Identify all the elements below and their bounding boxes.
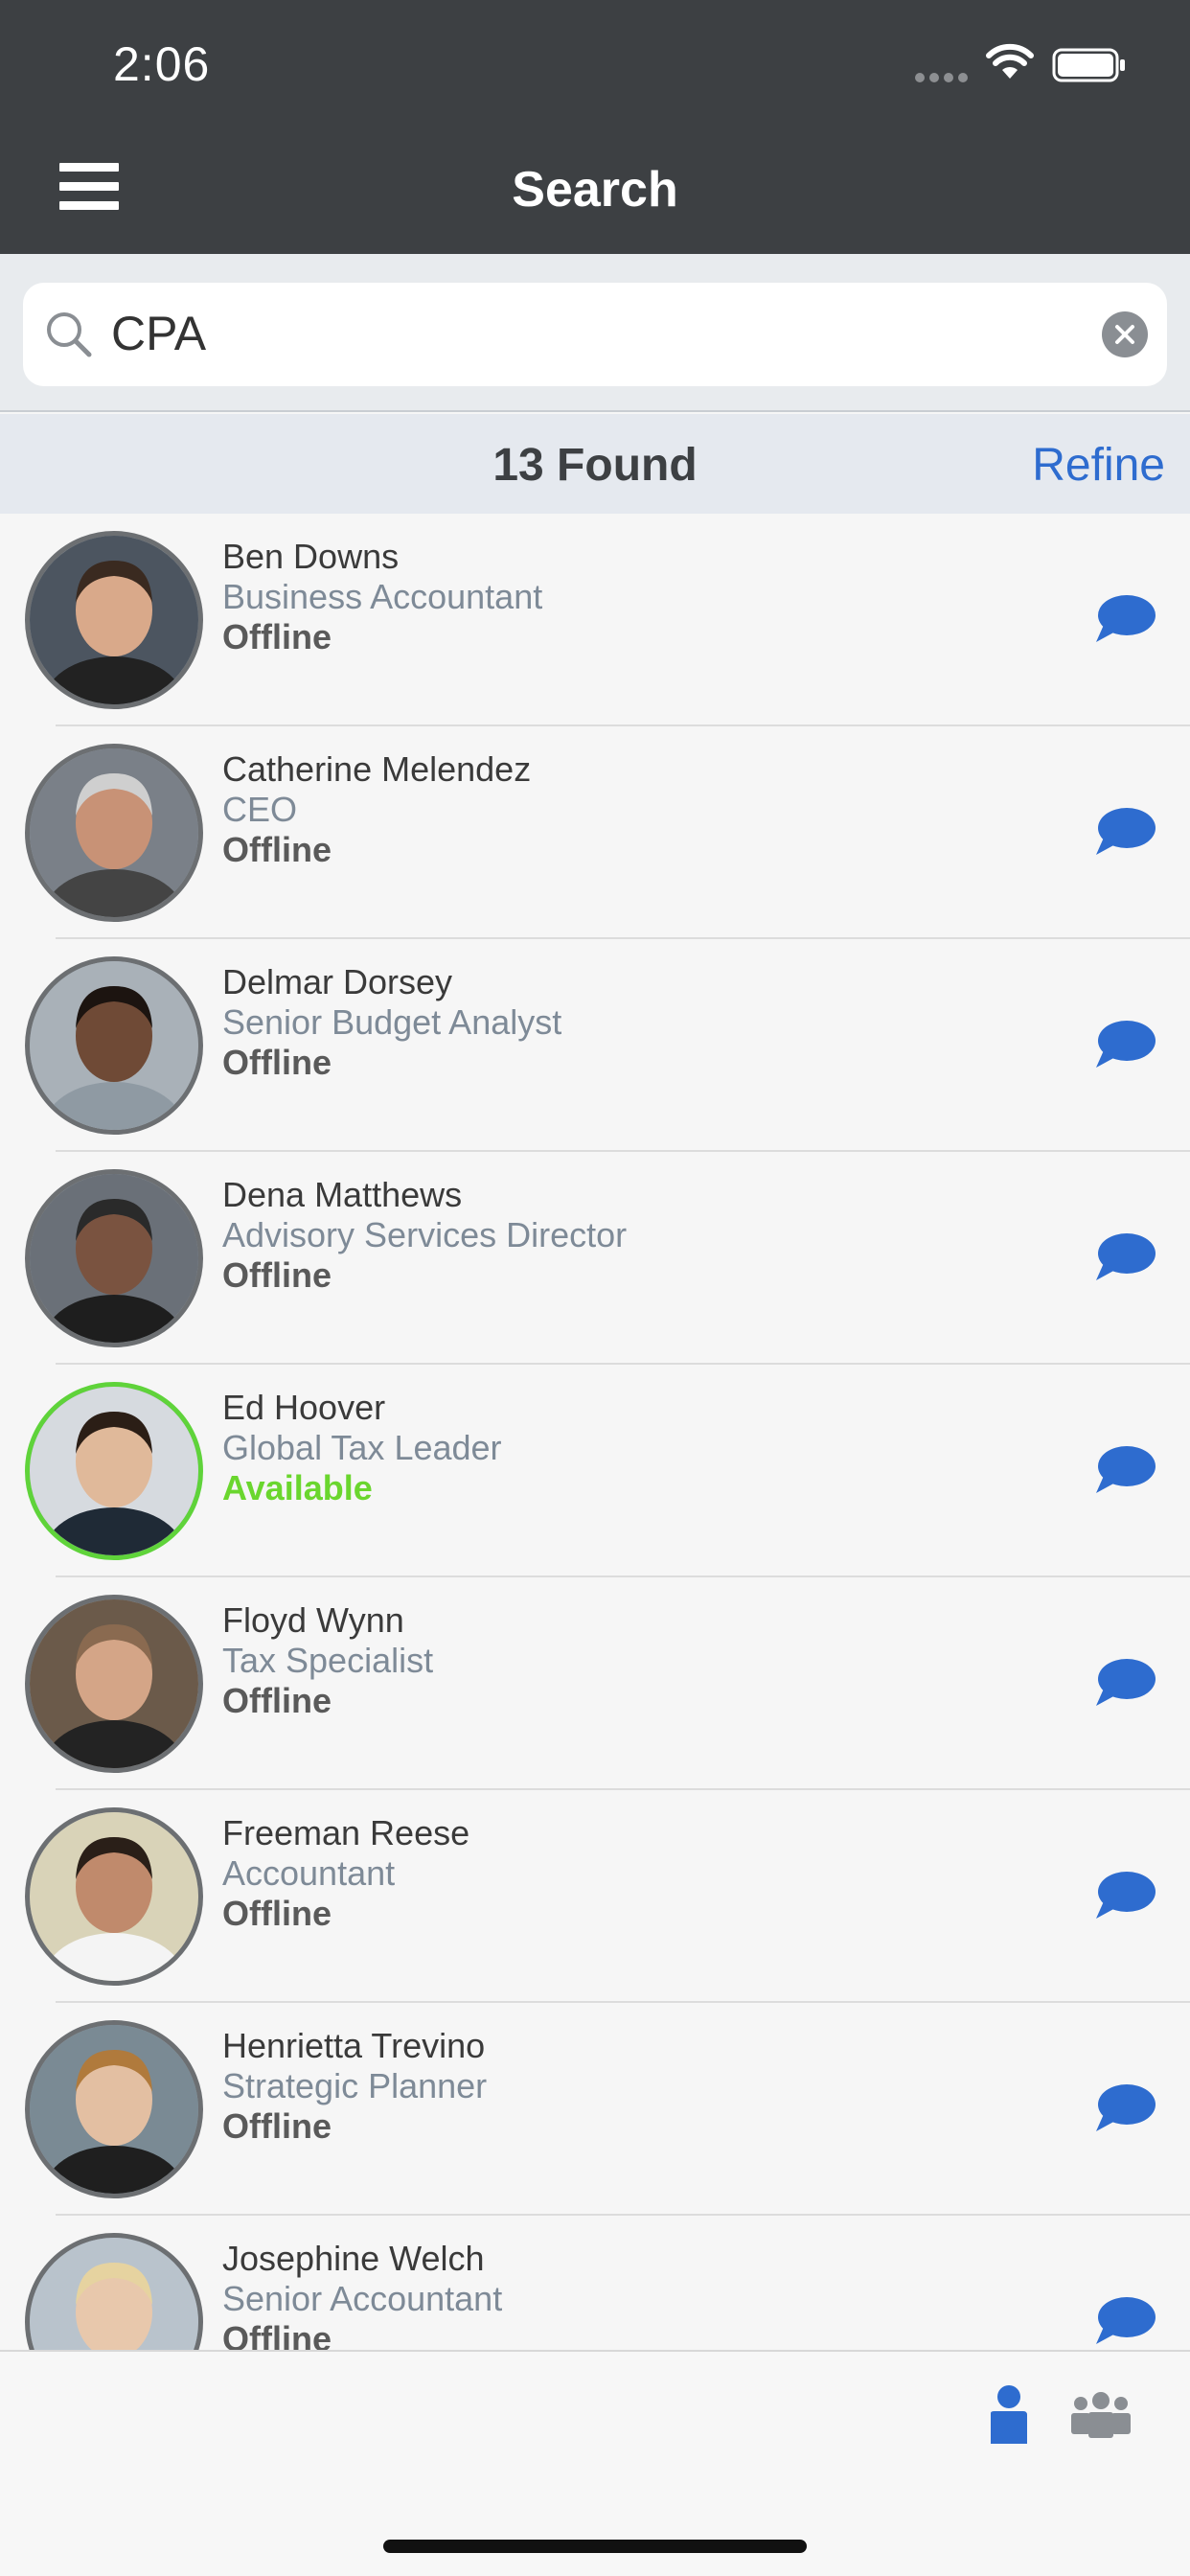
list-item[interactable]: Floyd Wynn Tax Specialist Offline	[0, 1577, 1190, 1790]
person-title: Business Accountant	[222, 577, 543, 616]
list-item[interactable]: Ben Downs Business Accountant Offline	[0, 514, 1190, 726]
person-name: Floyd Wynn	[222, 1600, 404, 1640]
avatar	[25, 744, 203, 922]
tab-bar	[0, 2350, 1190, 2576]
status-label: Offline	[222, 1894, 332, 1933]
person-name: Ed Hoover	[222, 1388, 386, 1427]
avatar	[25, 1595, 203, 1773]
chat-button[interactable]	[1094, 2082, 1157, 2135]
person-name: Catherine Melendez	[222, 749, 532, 789]
chat-button[interactable]	[1094, 1869, 1157, 1922]
group-icon[interactable]	[1069, 2392, 1133, 2440]
chat-button[interactable]	[1094, 1656, 1157, 1710]
chat-bubble-icon	[1096, 1021, 1156, 1068]
top-bar: 2:06 Search	[0, 0, 1190, 254]
avatar	[25, 2233, 203, 2350]
person-name: Ben Downs	[222, 537, 400, 576]
search-input[interactable]	[111, 302, 1069, 365]
cellular-signal-icon	[915, 73, 968, 82]
status-time: 2:06	[113, 37, 211, 91]
chat-button[interactable]	[1094, 592, 1157, 646]
avatar	[25, 1807, 203, 1986]
chat-button[interactable]	[1094, 2294, 1157, 2348]
home-indicator[interactable]	[383, 2540, 807, 2553]
page-title: Search	[512, 162, 678, 218]
person-title: Global Tax Leader	[222, 1428, 502, 1467]
avatar	[25, 2020, 203, 2198]
status-label: Offline	[222, 830, 332, 869]
avatar	[25, 531, 203, 709]
results-bar: 13 Found Refine	[0, 414, 1190, 514]
person-name: Josephine Welch	[222, 2239, 485, 2278]
person-icon[interactable]	[987, 2384, 1031, 2446]
person-title: Accountant	[222, 1853, 396, 1893]
close-icon	[1115, 325, 1134, 344]
avatar	[25, 1382, 203, 1560]
chat-bubble-icon	[1096, 2084, 1156, 2131]
refine-button[interactable]: Refine	[1032, 439, 1165, 492]
chat-bubble-icon	[1096, 595, 1156, 642]
status-label: Offline	[222, 2106, 332, 2146]
results-count: 13 Found	[492, 440, 698, 491]
chat-button[interactable]	[1094, 1018, 1157, 1071]
clear-search-button[interactable]	[1102, 311, 1148, 357]
wifi-icon	[986, 43, 1034, 79]
chat-button[interactable]	[1094, 1230, 1157, 1284]
list-item[interactable]: Freeman Reese Accountant Offline	[0, 1790, 1190, 2003]
person-name: Henrietta Trevino	[222, 2026, 486, 2065]
list-item[interactable]: Catherine Melendez CEO Offline	[0, 726, 1190, 939]
chat-bubble-icon	[1096, 1659, 1156, 1706]
status-label: Offline	[222, 1043, 332, 1082]
person-title: Advisory Services Director	[222, 1215, 628, 1254]
status-label: Offline	[222, 2319, 332, 2350]
status-label: Offline	[222, 617, 332, 656]
chat-bubble-icon	[1096, 1446, 1156, 1493]
avatar	[25, 1169, 203, 1347]
person-title: Senior Budget Analyst	[222, 1002, 562, 1042]
person-name: Delmar Dorsey	[222, 962, 453, 1001]
list-item[interactable]: Henrietta Trevino Strategic Planner Offlin…	[0, 2003, 1190, 2216]
person-title: Senior Accountant	[222, 2279, 503, 2318]
chat-bubble-icon	[1096, 808, 1156, 855]
search-area	[0, 254, 1190, 412]
search-icon	[47, 312, 92, 357]
person-title: Strategic Planner	[222, 2066, 488, 2105]
status-label: Offline	[222, 1681, 332, 1720]
results-list[interactable]: Ben Downs Business Accountant Offline Cathe…	[0, 514, 1190, 2350]
list-item[interactable]: Dena Matthews Advisory Services Director O…	[0, 1152, 1190, 1365]
list-item[interactable]: Delmar Dorsey Senior Budget Analyst Offlin…	[0, 939, 1190, 1152]
chat-bubble-icon	[1096, 2297, 1156, 2344]
person-name: Dena Matthews	[222, 1175, 463, 1214]
chat-button[interactable]	[1094, 805, 1157, 859]
person-name: Freeman Reese	[222, 1813, 470, 1852]
status-label: Available	[222, 1468, 373, 1507]
search-box[interactable]	[23, 283, 1167, 386]
person-title: CEO	[222, 790, 298, 829]
avatar	[25, 956, 203, 1135]
chat-button[interactable]	[1094, 1443, 1157, 1497]
status-label: Offline	[222, 1255, 332, 1295]
battery-icon	[1052, 48, 1125, 82]
chat-bubble-icon	[1096, 1233, 1156, 1280]
list-item[interactable]: Josephine Welch Senior Accountant Offline	[0, 2216, 1190, 2350]
chat-bubble-icon	[1096, 1872, 1156, 1919]
list-item[interactable]: Ed Hoover Global Tax Leader Available	[0, 1365, 1190, 1577]
person-title: Tax Specialist	[222, 1641, 434, 1680]
